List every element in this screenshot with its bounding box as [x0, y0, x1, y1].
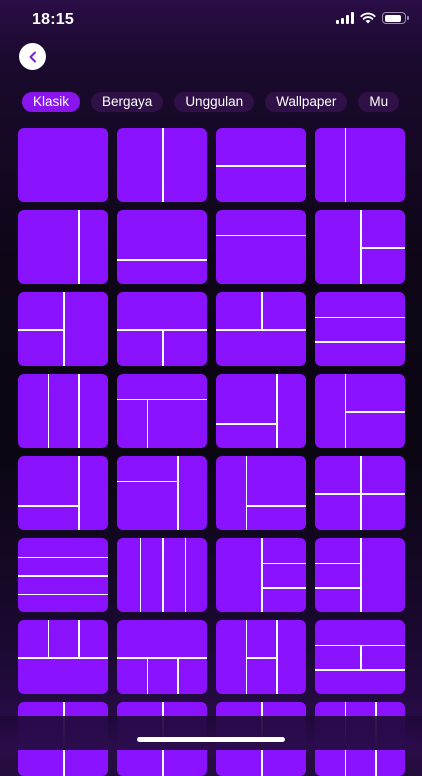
- collage-layout-tile[interactable]: [117, 292, 207, 366]
- layout-divider: [261, 562, 306, 565]
- collage-layout-tile[interactable]: [117, 456, 207, 530]
- layout-divider: [177, 657, 179, 694]
- layout-divider: [18, 593, 108, 595]
- layout-divider: [177, 456, 179, 530]
- battery-icon: [382, 12, 409, 24]
- layout-divider: [315, 562, 360, 565]
- layout-divider: [216, 423, 277, 425]
- layout-divider: [245, 456, 248, 530]
- layout-divider: [78, 456, 80, 530]
- collage-layout-tile[interactable]: [315, 374, 405, 448]
- layout-divider: [78, 374, 80, 448]
- tab-bergaya[interactable]: Bergaya: [91, 92, 164, 112]
- collage-layout-tile[interactable]: [315, 620, 405, 694]
- collage-layout-tile[interactable]: [18, 620, 108, 694]
- layout-divider: [315, 341, 405, 343]
- collage-layout-tile[interactable]: [18, 538, 108, 612]
- collage-layout-tile[interactable]: [315, 292, 405, 366]
- layout-grid: [18, 128, 406, 776]
- collage-layout-tile[interactable]: [18, 292, 108, 366]
- layout-divider: [216, 329, 306, 331]
- layout-divider: [63, 292, 65, 366]
- layout-divider: [117, 398, 207, 401]
- layout-divider: [18, 556, 108, 558]
- layout-divider: [162, 128, 164, 202]
- collage-layout-tile[interactable]: [117, 538, 207, 612]
- layout-divider: [245, 505, 306, 507]
- collage-layout-tile[interactable]: [18, 456, 108, 530]
- collage-layout-tile[interactable]: [216, 374, 306, 448]
- layout-divider: [276, 620, 278, 694]
- collage-layout-tile[interactable]: [315, 538, 405, 612]
- category-tabs: Klasik Bergaya Unggulan Wallpaper Mu: [22, 92, 400, 112]
- layout-divider: [18, 575, 108, 577]
- status-icons: [336, 12, 409, 24]
- layout-divider: [18, 329, 63, 331]
- tab-klasik[interactable]: Klasik: [22, 92, 81, 112]
- cellular-signal-icon: [336, 12, 354, 24]
- layout-divider: [261, 587, 306, 589]
- collage-layout-tile[interactable]: [117, 374, 207, 448]
- layout-divider: [18, 657, 108, 659]
- collage-layout-tile[interactable]: [216, 620, 306, 694]
- status-time: 18:15: [32, 11, 74, 28]
- collage-layout-tile[interactable]: [315, 128, 405, 202]
- layout-divider: [360, 247, 405, 249]
- layout-divider: [360, 644, 362, 670]
- collage-layout-tile[interactable]: [18, 210, 108, 284]
- layout-divider: [117, 480, 178, 483]
- layout-divider: [47, 374, 50, 448]
- layout-divider: [261, 292, 263, 329]
- layout-divider: [78, 620, 80, 657]
- chevron-left-icon: [29, 51, 36, 62]
- layout-divider: [139, 538, 141, 612]
- layout-divider: [344, 411, 405, 413]
- layout-divider: [360, 538, 362, 612]
- collage-layout-tile[interactable]: [216, 456, 306, 530]
- layout-divider: [184, 538, 186, 612]
- layout-divider: [146, 657, 149, 694]
- collage-layout-tile[interactable]: [216, 210, 306, 284]
- wifi-icon: [360, 12, 376, 24]
- layout-divider: [162, 538, 164, 612]
- collage-layout-tile[interactable]: [117, 210, 207, 284]
- tab-wallpaper[interactable]: Wallpaper: [265, 92, 348, 112]
- collage-layout-tile[interactable]: [315, 210, 405, 284]
- layout-divider: [344, 128, 347, 202]
- collage-layout-tile[interactable]: [216, 128, 306, 202]
- layout-divider: [315, 669, 405, 671]
- tab-unggulan[interactable]: Unggulan: [174, 92, 255, 112]
- collage-layout-tile[interactable]: [18, 128, 108, 202]
- layout-divider: [315, 587, 360, 589]
- layout-divider: [146, 398, 149, 448]
- layout-divider: [18, 505, 79, 507]
- layout-divider: [47, 620, 50, 657]
- layout-divider: [162, 329, 164, 366]
- tab-more[interactable]: Mu: [358, 92, 400, 112]
- layout-divider: [245, 657, 277, 659]
- collage-layout-tile[interactable]: [18, 374, 108, 448]
- layout-divider: [315, 493, 405, 495]
- bottom-fade: [0, 716, 422, 750]
- status-bar: 18:15: [0, 0, 422, 44]
- layout-divider: [315, 316, 405, 319]
- collage-layout-tile[interactable]: [117, 128, 207, 202]
- layout-divider: [261, 538, 263, 612]
- layout-divider: [216, 165, 306, 167]
- collage-layout-tile[interactable]: [315, 456, 405, 530]
- layout-divider: [216, 234, 306, 237]
- layout-divider: [78, 210, 80, 284]
- back-button[interactable]: [19, 43, 46, 70]
- layout-divider: [117, 657, 207, 659]
- collage-layout-tile[interactable]: [117, 620, 207, 694]
- layout-divider: [117, 259, 207, 261]
- collage-layout-tile[interactable]: [216, 292, 306, 366]
- collage-layout-tile[interactable]: [216, 538, 306, 612]
- layout-divider: [276, 374, 278, 448]
- home-indicator: [137, 737, 285, 742]
